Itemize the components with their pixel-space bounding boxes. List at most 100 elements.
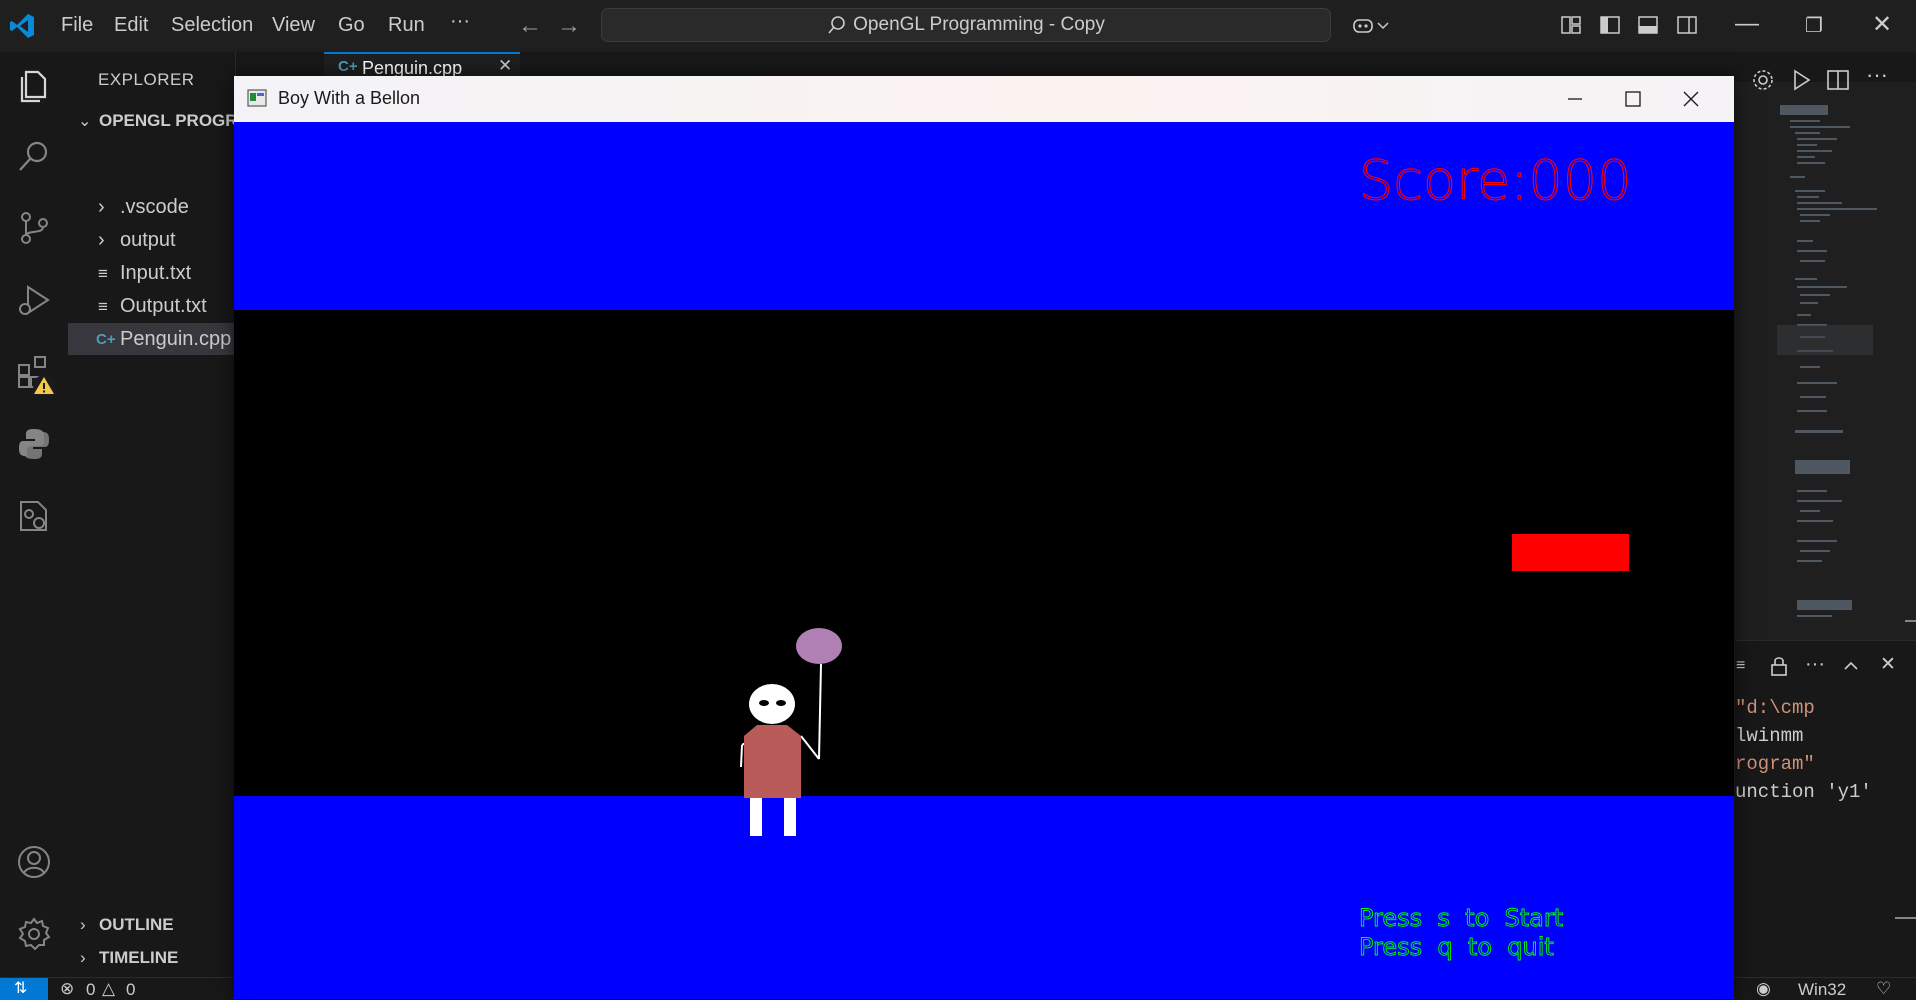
vscode-logo-icon xyxy=(10,14,34,38)
tree-item-output-txt[interactable]: ≡ Output.txt xyxy=(68,290,235,322)
terminal-line: lwinmm xyxy=(1735,725,1803,747)
menu-run[interactable]: Run xyxy=(388,14,425,37)
boy-head xyxy=(749,684,795,724)
activity-bar xyxy=(0,52,68,977)
tree-item-label: Penguin.cpp xyxy=(120,328,232,350)
minimap-code-lines xyxy=(1777,105,1916,622)
customize-layout-icon[interactable] xyxy=(1560,14,1582,36)
boy-left-arm xyxy=(740,744,743,768)
tab-close-icon[interactable]: ✕ xyxy=(498,56,512,76)
terminal-line-text: "d:\cmp xyxy=(1735,697,1815,719)
run-debug-icon[interactable] xyxy=(16,282,52,318)
search-icon xyxy=(828,16,845,34)
chevron-down-icon[interactable] xyxy=(1376,14,1390,36)
close-panel-icon[interactable]: ✕ xyxy=(1880,653,1896,676)
chevron-down-icon: ⌄ xyxy=(78,113,92,130)
explorer-icon[interactable] xyxy=(14,66,54,106)
menu-more[interactable]: ··· xyxy=(450,10,470,33)
chevron-right-icon: › xyxy=(98,229,105,251)
remote-icon: ⇅ xyxy=(14,980,28,997)
platform-indicator[interactable]: Win32 xyxy=(1798,980,1846,1000)
more-actions-icon[interactable]: ··· xyxy=(1866,62,1888,88)
play-area xyxy=(234,310,1734,796)
boy-left-leg xyxy=(750,798,762,836)
game-canvas[interactable]: Score:000 Press s to Start Press q to qu… xyxy=(234,122,1734,999)
lock-icon[interactable] xyxy=(1769,655,1789,677)
tree-item-vscode[interactable]: › .vscode xyxy=(68,191,235,223)
run-play-icon[interactable] xyxy=(1789,68,1813,92)
terminal-line: unction 'y1' xyxy=(1735,781,1872,803)
panel-scroll-marker xyxy=(1895,917,1916,919)
terminal-line: rogram" xyxy=(1735,753,1815,775)
warning-badge-icon xyxy=(33,375,55,397)
accounts-icon[interactable] xyxy=(16,844,52,880)
boy-left-eye xyxy=(759,700,769,706)
timeline-title: TIMELINE xyxy=(99,948,179,967)
source-control-icon[interactable] xyxy=(16,210,52,246)
terminal-panel: ≡ ··· ✕ "d:\cmp lwinmm rogram" unction '… xyxy=(1735,640,1916,978)
menu-go[interactable]: Go xyxy=(338,14,365,37)
forward-arrow-icon[interactable]: → xyxy=(557,12,581,40)
project-name: OPENGL PROGRA xyxy=(99,111,235,130)
ground-band xyxy=(234,796,1734,999)
terminal-line: "d:\cmp xyxy=(1735,697,1815,719)
balloon xyxy=(796,628,842,664)
remote-indicator[interactable]: ⇅ xyxy=(0,978,48,1000)
red-obstacle xyxy=(1512,534,1629,571)
outline-title: OUTLINE xyxy=(99,915,174,934)
copilot-icon[interactable] xyxy=(1352,14,1374,36)
copilot-status-icon[interactable]: ◉ xyxy=(1756,979,1771,999)
chevron-right-icon: › xyxy=(80,915,86,934)
tree-item-penguin-cpp[interactable]: C+ Penguin.cpp xyxy=(68,323,235,355)
python-icon[interactable] xyxy=(16,426,52,462)
toggle-secondary-sidebar-icon[interactable] xyxy=(1676,14,1698,36)
score-text: Score:000 xyxy=(1359,149,1632,212)
terminal-line-text: unction 'y1' xyxy=(1735,781,1872,803)
terminal-line-text: lwinmm xyxy=(1735,725,1804,747)
boy-right-eye xyxy=(776,700,786,706)
text-file-icon: ≡ xyxy=(98,297,108,316)
project-folder-header[interactable]: ⌄ OPENGL PROGRA xyxy=(68,104,235,136)
game-minimize-icon[interactable] xyxy=(1555,84,1595,114)
search-icon[interactable] xyxy=(16,138,52,174)
opengl-game-window: Boy With a Bellon Score:000 Press s to S… xyxy=(234,76,1734,999)
command-center-search[interactable]: OpenGL Programming - Copy xyxy=(601,8,1331,42)
settings-gear-icon[interactable] xyxy=(1751,68,1775,92)
warning-icon[interactable]: △ xyxy=(102,979,115,999)
remote-explorer-icon[interactable] xyxy=(16,498,52,534)
tree-item-label: .vscode xyxy=(120,196,189,218)
menu-view[interactable]: View xyxy=(272,14,315,37)
restore-icon[interactable]: ❐ xyxy=(1805,13,1823,38)
back-arrow-icon[interactable]: ← xyxy=(518,12,542,40)
clear-terminal-icon[interactable]: ≡ xyxy=(1736,657,1745,675)
warning-count: 0 xyxy=(126,980,136,999)
error-icon[interactable]: ⊗ xyxy=(60,979,74,999)
menu-selection[interactable]: Selection xyxy=(171,14,253,37)
close-icon[interactable]: ✕ xyxy=(1872,10,1892,39)
explorer-sidebar: EXPLORER ⌄ OPENGL PROGRA › .vscode › out… xyxy=(68,52,236,977)
menu-edit[interactable]: Edit xyxy=(114,14,148,37)
tree-item-output[interactable]: › output xyxy=(68,224,235,256)
manage-gear-icon[interactable] xyxy=(16,916,52,952)
notifications-bell-icon[interactable]: ♡ xyxy=(1876,979,1891,999)
toggle-primary-sidebar-icon[interactable] xyxy=(1599,14,1621,36)
chevron-right-icon: › xyxy=(80,948,86,967)
menu-file[interactable]: File xyxy=(61,14,93,37)
error-count: 0 xyxy=(86,980,96,999)
tree-item-label: Input.txt xyxy=(120,262,192,284)
more-actions-icon[interactable]: ··· xyxy=(1805,653,1825,676)
game-close-icon[interactable] xyxy=(1671,84,1711,114)
game-window-title: Boy With a Bellon xyxy=(278,88,421,108)
press-s-to-start-text: Press s to Start xyxy=(1359,904,1563,932)
chevron-up-icon[interactable] xyxy=(1842,657,1860,675)
split-editor-icon[interactable] xyxy=(1826,68,1850,92)
game-window-titlebar[interactable]: Boy With a Bellon xyxy=(234,76,1734,122)
title-bar: File Edit Selection View Go Run ··· ← → … xyxy=(0,0,1916,52)
minimap[interactable] xyxy=(1735,100,1916,640)
game-maximize-icon[interactable] xyxy=(1613,84,1653,114)
tree-item-input-txt[interactable]: ≡ Input.txt xyxy=(68,257,235,289)
tree-item-label: Output.txt xyxy=(120,295,207,317)
minimize-icon[interactable]: — xyxy=(1735,10,1759,38)
toggle-panel-icon[interactable] xyxy=(1637,14,1659,36)
app-window-icon xyxy=(247,89,267,107)
